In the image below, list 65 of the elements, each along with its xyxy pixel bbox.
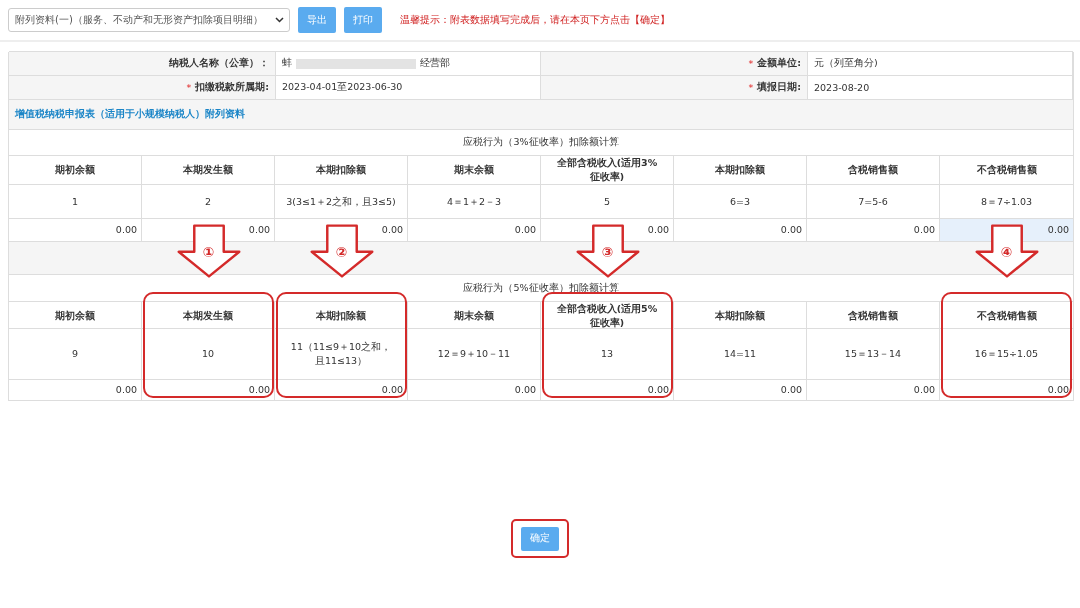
amount-input[interactable]: 0.00 bbox=[940, 380, 1073, 400]
formula-cell: 11（11≤9＋10之和，且11≤13） bbox=[275, 329, 408, 379]
column-header: 期初余额 bbox=[9, 302, 142, 330]
amount-input[interactable]: 0.00 bbox=[807, 380, 940, 400]
formula-cell: 13 bbox=[541, 329, 674, 379]
amount-input[interactable]: 0.00 bbox=[9, 380, 142, 400]
annotation-number: ③ bbox=[600, 244, 615, 260]
column-header: 本期扣除额 bbox=[674, 156, 807, 184]
formula-cell: 9 bbox=[9, 329, 142, 379]
amount-input[interactable]: 0.00 bbox=[408, 380, 541, 400]
column-header: 不含税销售额 bbox=[975, 308, 1038, 323]
column-header: 本期扣除额 bbox=[275, 302, 408, 330]
required-mark: * bbox=[748, 82, 754, 93]
formula-cell: 3(3≤1＋2之和，且3≤5) bbox=[275, 185, 408, 218]
column-header: 全部含税收入(适用5%征收率) bbox=[541, 302, 674, 330]
amount-input[interactable]: 0.00 bbox=[674, 380, 807, 400]
column-header: 期初余额 bbox=[9, 156, 142, 184]
field-value: 经营部 bbox=[420, 57, 450, 70]
report-link[interactable]: 增值税纳税申报表（适用于小规模纳税人）附列资料 bbox=[15, 108, 245, 121]
required-mark: * bbox=[748, 58, 754, 69]
amount-input[interactable]: 0.00 bbox=[9, 219, 142, 241]
column-header: 含税销售额 bbox=[807, 156, 940, 184]
formula-cell: 5 bbox=[541, 185, 674, 218]
section-title: 应税行为（3%征收率）扣除额计算 bbox=[463, 136, 619, 149]
column-header: 本期发生额 bbox=[142, 156, 275, 184]
amount-input[interactable]: 0.00 bbox=[541, 380, 674, 400]
formula-cell: 15＝13－14 bbox=[807, 329, 940, 379]
annotation-number: ④ bbox=[999, 244, 1014, 260]
required-mark: * bbox=[186, 82, 192, 93]
formula-cell: 4＝1＋2－3 bbox=[408, 185, 541, 218]
formula-cell: 14=11 bbox=[674, 329, 807, 379]
column-header: 期末余额 bbox=[408, 302, 541, 330]
column-header: 全部含税收入(适用3%征收率) bbox=[541, 156, 674, 184]
amount-input[interactable]: 0.00 bbox=[275, 380, 408, 400]
amount-input[interactable]: 0.00 bbox=[674, 219, 807, 241]
formula-cell: 10 bbox=[142, 329, 275, 379]
column-header: 期末余额 bbox=[408, 156, 541, 184]
field-label: 扣缴税款所属期: bbox=[195, 81, 269, 94]
field-value: 元（列至角分) bbox=[814, 57, 878, 70]
formula-cell: 1 bbox=[9, 185, 142, 218]
amount-input[interactable]: 0.00 bbox=[408, 219, 541, 241]
formula-cell: 2 bbox=[142, 185, 275, 218]
formula-cell: 6=3 bbox=[674, 185, 807, 218]
field-value: 2023-04-01至2023-06-30 bbox=[282, 81, 403, 94]
column-header: 本期扣除额 bbox=[275, 156, 408, 184]
field-value: 2023-08-20 bbox=[814, 82, 870, 93]
annotation-number: ② bbox=[334, 244, 349, 260]
column-header: 含税销售额 bbox=[807, 302, 940, 330]
formula-cell: 12＝9＋10－11 bbox=[408, 329, 541, 379]
caret-icon bbox=[275, 17, 284, 23]
annotation-number: ① bbox=[201, 244, 216, 260]
field-label: 纳税人名称（公章）： bbox=[169, 57, 269, 70]
notice-text: 温馨提示：附表数据填写完成后，请在本页下方点击【确定】 bbox=[400, 13, 670, 27]
field-label: 填报日期: bbox=[757, 81, 801, 94]
formula-cell-text: 16＝15÷1.05 bbox=[973, 347, 1040, 362]
formula-cell: 7=5-6 bbox=[807, 185, 940, 218]
form-select[interactable]: 附列资料(一)（服务、不动产和无形资产扣除项目明细） bbox=[8, 8, 290, 32]
section-title: 应税行为（5%征收率）扣除额计算 bbox=[463, 281, 619, 295]
formula-cell-text: 8＝7÷1.03 bbox=[979, 194, 1034, 209]
field-value: 蚌 bbox=[282, 57, 292, 70]
field-label: 金额单位: bbox=[757, 57, 801, 70]
column-header: 本期扣除额 bbox=[674, 302, 807, 330]
column-header: 不含税销售额 bbox=[975, 163, 1038, 178]
amount-input[interactable]: 0.00 bbox=[142, 380, 275, 400]
column-header: 本期发生额 bbox=[142, 302, 275, 330]
